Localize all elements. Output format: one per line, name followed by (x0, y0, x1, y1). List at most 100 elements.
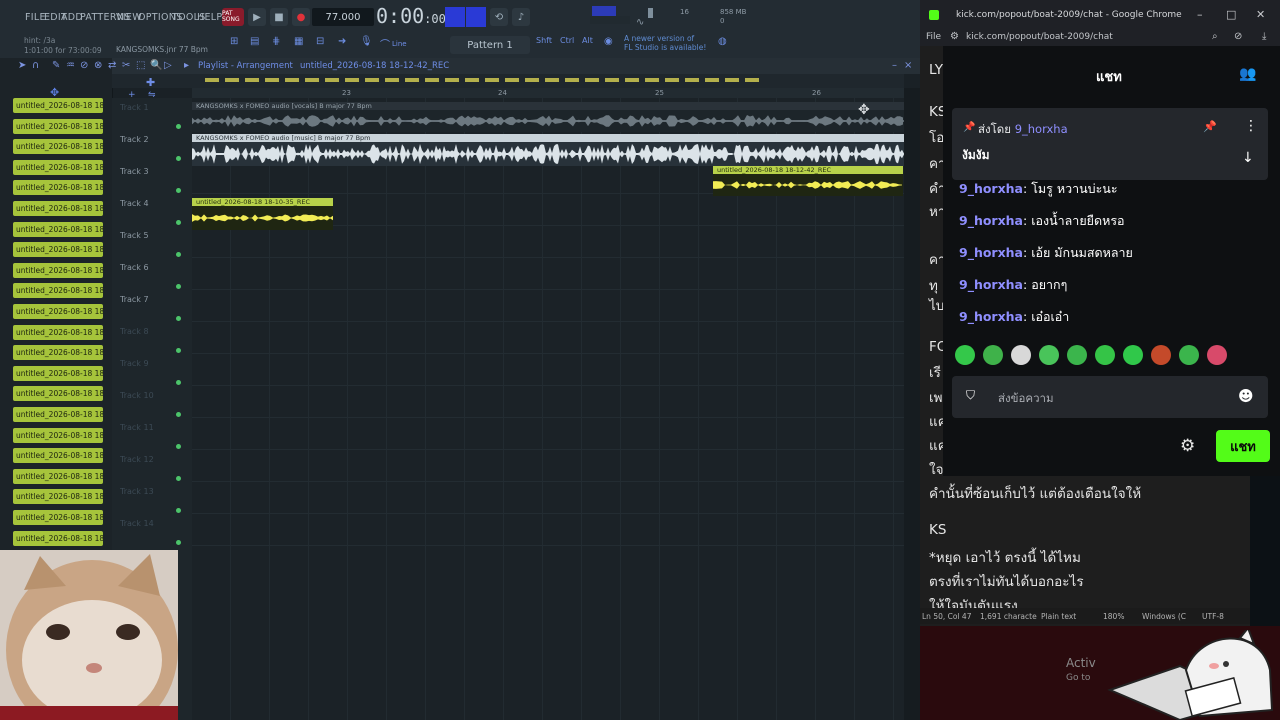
record-icon[interactable]: ● (292, 8, 310, 26)
track-active-led[interactable] (176, 348, 181, 353)
track-active-led[interactable] (176, 540, 181, 545)
track-name[interactable]: Track 5 (120, 231, 149, 240)
address-url[interactable]: kick.com/popout/boat-2009/chat (966, 32, 1113, 42)
track-active-led[interactable] (176, 188, 181, 193)
browser-recording-item[interactable]: untitled_2026-08-18 18- (13, 118, 103, 134)
track-name[interactable]: Track 13 (120, 487, 154, 496)
browser-icon[interactable]: ⊟ (316, 36, 324, 47)
playlist-menu-icon[interactable]: ▸ (184, 60, 189, 71)
piano-roll-icon[interactable]: ▤ (250, 36, 259, 47)
play-icon[interactable]: ▶ (248, 8, 266, 26)
track-name[interactable]: Track 14 (120, 519, 154, 528)
close-window-icon[interactable]: ✕ (1256, 8, 1265, 21)
loop-record-icon[interactable]: ⟲ (490, 8, 508, 26)
mute-icon[interactable]: ⊗ (94, 60, 102, 71)
track-name[interactable]: Track 4 (120, 199, 149, 208)
send-chat-button[interactable]: แชท (1216, 430, 1270, 462)
pattern-selector[interactable]: Pattern 1 (450, 36, 530, 54)
track-name[interactable]: Track 9 (120, 359, 149, 368)
arrow-down-icon[interactable]: ↓ (1242, 150, 1254, 166)
wait-record-button[interactable] (466, 7, 486, 27)
menu-help[interactable]: HELP (197, 12, 222, 23)
chat-username[interactable]: 9_horxha (959, 213, 1023, 228)
maximize-window-icon[interactable]: □ (1226, 8, 1236, 21)
mic-icon[interactable]: 🎙 (360, 36, 373, 47)
track-name[interactable]: Track 7 (120, 295, 149, 304)
more-options-icon[interactable]: ⋮ (1244, 118, 1258, 134)
clip-rec-2[interactable]: untitled_2026-08-18 18-10-35_REC (192, 198, 333, 230)
download-icon[interactable]: ⤓ (1262, 31, 1266, 42)
zoom-icon[interactable]: ⌕ (1212, 31, 1218, 42)
clip-vocals[interactable]: KANGSOMKS x FOMEO audio [vocals] B major… (192, 102, 904, 132)
pencil-icon[interactable]: ✎ (52, 60, 60, 71)
track-active-led[interactable] (176, 508, 181, 513)
browser-recording-item[interactable]: untitled_2026-08-18 18- (13, 242, 103, 258)
channel-rack-icon[interactable]: ▦ (294, 36, 303, 47)
browser-recording-item[interactable]: untitled_2026-08-18 18- (13, 139, 103, 155)
browser-recording-item[interactable]: untitled_2026-08-18 18- (13, 365, 103, 381)
track-active-led[interactable] (176, 156, 181, 161)
playlist-vertical-scrollbar[interactable] (904, 88, 920, 720)
tempo-display[interactable]: 77.000 (312, 8, 374, 26)
track-active-led[interactable] (176, 284, 181, 289)
update-notification[interactable]: A newer version of FL Studio is available… (624, 34, 706, 52)
mixer-icon[interactable]: ⋕ (272, 36, 280, 47)
browser-recording-item[interactable]: untitled_2026-08-18 18- (13, 221, 103, 237)
shift-icon[interactable]: Shft (536, 36, 552, 45)
browser-recording-item[interactable]: untitled_2026-08-18 18- (13, 283, 103, 299)
line-mode-icon[interactable]: ⌒ (380, 36, 390, 51)
browser-recording-item[interactable]: untitled_2026-08-18 18- (13, 180, 103, 196)
globe-icon[interactable]: ◍ (718, 36, 727, 47)
countdown-icon[interactable]: ♪ (512, 8, 530, 26)
track-active-led[interactable] (176, 444, 181, 449)
select-icon[interactable]: ⬚ (136, 60, 145, 71)
emote-icon[interactable] (1207, 345, 1227, 365)
emote-icon[interactable] (1123, 345, 1143, 365)
gear-icon[interactable]: ⚙ (1180, 436, 1195, 456)
minimize-icon[interactable]: – (892, 60, 897, 71)
chat-username[interactable]: 9_horxha (959, 245, 1023, 260)
master-pitch-bar[interactable] (590, 16, 630, 24)
browser-recording-item[interactable]: untitled_2026-08-18 18- (13, 427, 103, 443)
browser-recording-item[interactable]: untitled_2026-08-18 18- (13, 201, 103, 216)
menu-file[interactable]: FILE (25, 12, 46, 23)
pinned-username[interactable]: 9_horxha (1015, 122, 1068, 136)
playhead-arrow-icon[interactable]: ✚ (146, 76, 155, 89)
track-active-led[interactable] (176, 412, 181, 417)
browser-recording-item[interactable]: untitled_2026-08-18 18- (13, 304, 103, 319)
track-active-led[interactable] (176, 220, 181, 225)
arrow-icon[interactable]: ➤ (18, 60, 26, 71)
emote-icon[interactable] (1067, 345, 1087, 365)
close-icon[interactable]: × (904, 60, 912, 71)
track-name[interactable]: Track 1 (120, 103, 149, 112)
browser-recording-item[interactable]: untitled_2026-08-18 18- (13, 407, 103, 422)
emote-icon[interactable] (1151, 345, 1171, 365)
site-info-icon[interactable]: ⚙ (950, 31, 959, 42)
slip-icon[interactable]: ⇄ (108, 60, 116, 71)
tracking-icon[interactable]: ⊘ (1234, 31, 1242, 42)
browser-recording-item[interactable]: untitled_2026-08-18 18- (13, 468, 103, 484)
emote-icon[interactable] (1011, 345, 1031, 365)
browser-recording-item[interactable]: untitled_2026-08-18 18- (13, 98, 103, 113)
track-name[interactable]: Track 8 (120, 327, 149, 336)
clip-music[interactable]: KANGSOMKS x FOMEO audio [music] B major … (192, 134, 904, 166)
chat-input[interactable]: ⛉ ส่งข้อความ ☻ (952, 376, 1268, 418)
track-active-led[interactable] (176, 476, 181, 481)
browser-recording-item[interactable]: untitled_2026-08-18 18- (13, 510, 103, 525)
browser-recording-item[interactable]: untitled_2026-08-18 18- (13, 345, 103, 361)
chat-username[interactable]: 9_horxha (959, 309, 1023, 324)
snap-icon[interactable]: ⊞ (230, 36, 238, 47)
zoom-icon[interactable]: 🔍 (150, 60, 162, 71)
track-name[interactable]: Track 10 (120, 391, 154, 400)
line-mode-label[interactable]: Line (392, 40, 407, 48)
track-active-led[interactable] (176, 252, 181, 257)
track-name[interactable]: Track 11 (120, 423, 154, 432)
chat-username[interactable]: 9_horxha (959, 277, 1023, 292)
emote-icon[interactable] (983, 345, 1003, 365)
browser-recording-item[interactable]: untitled_2026-08-18 18- (13, 324, 103, 340)
chat-username[interactable]: 9_horxha (959, 181, 1023, 196)
emote-icon[interactable] (1179, 345, 1199, 365)
brush-icon[interactable]: ♒ (66, 60, 75, 71)
stop-icon[interactable]: ■ (270, 8, 288, 26)
online-icon[interactable]: ◉ (604, 36, 613, 47)
